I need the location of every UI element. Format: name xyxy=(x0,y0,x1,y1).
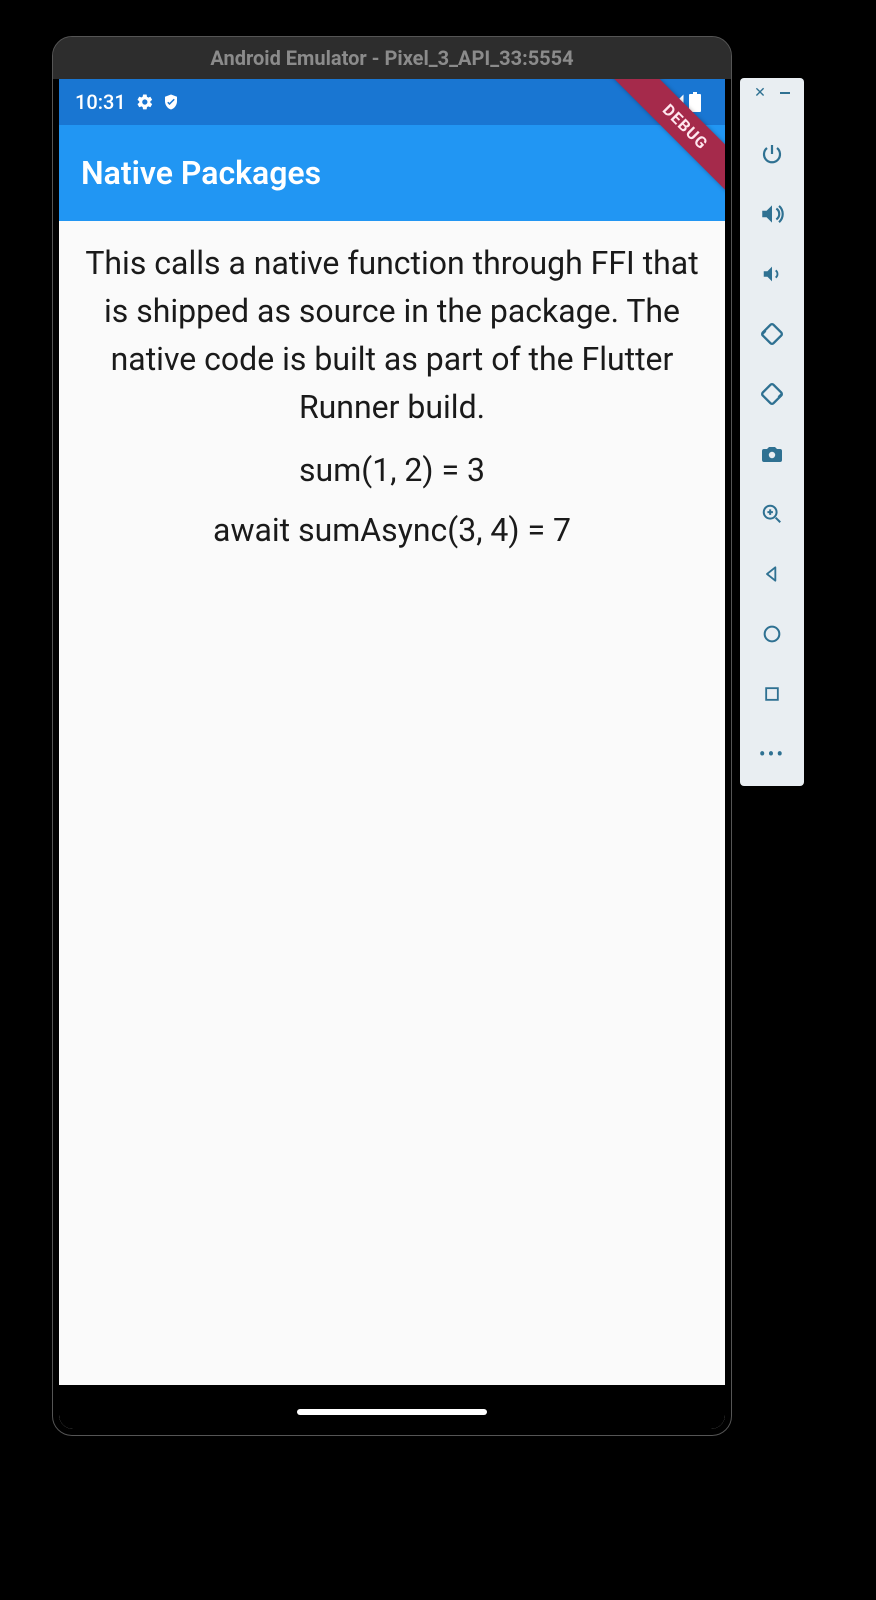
sum-async-result-text: await sumAsync(3, 4) = 7 xyxy=(73,511,711,549)
back-icon[interactable] xyxy=(756,558,788,590)
gesture-pill[interactable] xyxy=(297,1409,487,1415)
gear-icon xyxy=(136,93,154,111)
sum-result-text: sum(1, 2) = 3 xyxy=(73,451,711,489)
status-time: 10:31 xyxy=(75,90,126,114)
app-bar: Native Packages xyxy=(59,125,725,221)
overview-icon[interactable] xyxy=(756,678,788,710)
volume-up-icon[interactable] xyxy=(756,198,788,230)
close-icon[interactable]: ✕ xyxy=(754,86,766,100)
status-bar: 10:31 xyxy=(59,79,725,125)
more-icon[interactable]: ••• xyxy=(756,738,788,770)
volume-down-icon[interactable] xyxy=(756,258,788,290)
navigation-bar[interactable] xyxy=(59,1385,725,1429)
minimize-icon[interactable] xyxy=(780,92,790,94)
battery-icon xyxy=(689,92,701,112)
zoom-in-icon[interactable] xyxy=(756,498,788,530)
emulator-title: Android Emulator - Pixel_3_API_33:5554 xyxy=(210,46,573,70)
rotate-right-icon[interactable] xyxy=(756,378,788,410)
cell-signal-icon xyxy=(667,93,685,111)
power-icon[interactable] xyxy=(756,138,788,170)
phone-bezel: DEBUG 10:31 xyxy=(53,79,731,1435)
app-bar-title: Native Packages xyxy=(81,154,321,192)
rotate-left-icon[interactable] xyxy=(756,318,788,350)
ffi-description-text: This calls a native function through FFI… xyxy=(73,239,711,431)
wifi-icon xyxy=(643,93,663,111)
camera-icon[interactable] xyxy=(756,438,788,470)
home-icon[interactable] xyxy=(756,618,788,650)
emulator-toolbar: ✕ ••• xyxy=(740,78,804,786)
app-body: This calls a native function through FFI… xyxy=(59,221,725,1385)
shield-icon xyxy=(162,93,180,111)
phone-display[interactable]: DEBUG 10:31 xyxy=(59,79,725,1429)
emulator-titlebar: Android Emulator - Pixel_3_API_33:5554 xyxy=(53,37,731,79)
emulator-window: Android Emulator - Pixel_3_API_33:5554 D… xyxy=(52,36,732,1436)
